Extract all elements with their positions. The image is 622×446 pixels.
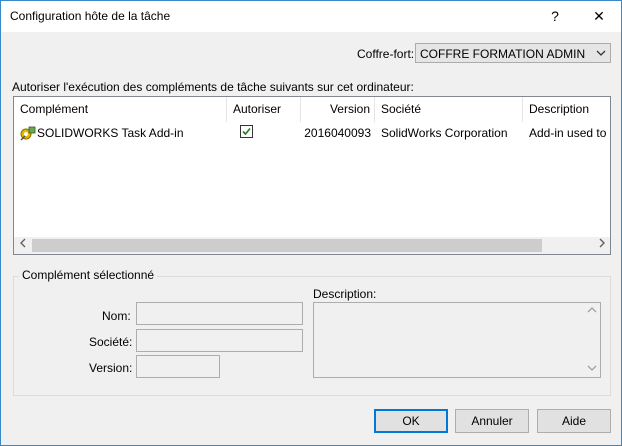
vault-selected-value: COFFRE FORMATION ADMIN: [420, 47, 586, 61]
scroll-left-icon[interactable]: [14, 237, 31, 254]
name-label: Nom:: [102, 309, 131, 323]
name-field: [136, 302, 303, 325]
task-host-config-dialog: Configuration hôte de la tâche ? ✕ Coffr…: [0, 0, 622, 446]
help-title-button[interactable]: ?: [535, 1, 575, 32]
column-header-complement[interactable]: Complément: [14, 97, 227, 122]
column-header-description[interactable]: Description: [523, 97, 610, 122]
vault-dropdown[interactable]: COFFRE FORMATION ADMIN: [415, 43, 611, 63]
version-field: [136, 355, 220, 378]
scroll-up-icon: [587, 306, 597, 316]
scrollbar-thumb[interactable]: [32, 239, 542, 252]
selected-addin-group-title: Complément sélectionné: [19, 268, 158, 282]
horizontal-scrollbar[interactable]: [14, 237, 610, 254]
addin-description-cell: Add-in used to ru: [529, 126, 610, 140]
instructions-text: Autoriser l'exécution des compléments de…: [12, 80, 414, 94]
description-field: [313, 302, 601, 378]
ok-button[interactable]: OK: [374, 409, 448, 433]
column-header-societe[interactable]: Société: [375, 97, 523, 122]
help-button[interactable]: Aide: [537, 409, 611, 433]
column-header-autoriser[interactable]: Autoriser: [227, 97, 301, 122]
chevron-down-icon: [596, 46, 606, 63]
allow-checkbox[interactable]: [240, 125, 253, 138]
addin-name-cell: SOLIDWORKS Task Add-in: [37, 126, 184, 140]
addin-company-cell: SolidWorks Corporation: [381, 126, 508, 140]
company-field: [136, 329, 303, 352]
version-label: Version:: [89, 361, 133, 375]
addin-list[interactable]: Complément Autoriser Version Société Des…: [13, 96, 611, 255]
company-label: Société:: [89, 335, 133, 349]
vault-label: Coffre-fort:: [357, 47, 415, 61]
solidworks-addin-icon: [19, 125, 36, 142]
dialog-title: Configuration hôte de la tâche: [10, 9, 171, 23]
list-header: Complément Autoriser Version Société Des…: [14, 97, 610, 122]
scroll-right-icon[interactable]: [593, 237, 610, 254]
close-button[interactable]: ✕: [579, 1, 619, 32]
cancel-button[interactable]: Annuler: [455, 409, 529, 433]
scroll-down-icon: [587, 364, 597, 374]
description-label: Description:: [313, 287, 377, 301]
column-header-version[interactable]: Version: [301, 97, 375, 122]
title-bar: Configuration hôte de la tâche ? ✕: [1, 1, 621, 32]
addin-version-cell: 2016040093: [304, 126, 371, 140]
